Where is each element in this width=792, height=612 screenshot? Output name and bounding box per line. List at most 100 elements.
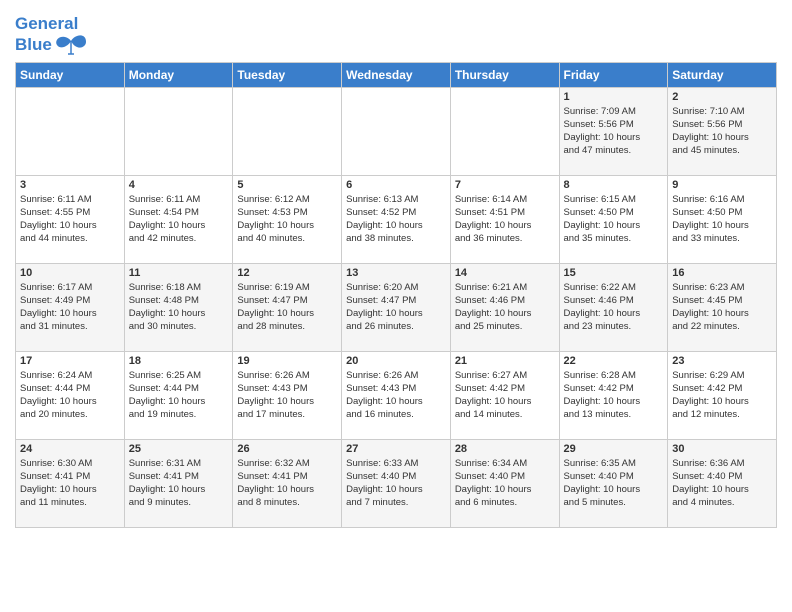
day-number: 23 bbox=[672, 355, 772, 367]
calendar-cell bbox=[16, 87, 125, 175]
day-number: 22 bbox=[564, 355, 664, 367]
calendar-cell: 24 Sunrise: 6:30 AM Sunset: 4:41 PM Dayli… bbox=[16, 439, 125, 527]
weekday-header-row: SundayMondayTuesdayWednesdayThursdayFrid… bbox=[16, 62, 777, 87]
calendar-cell: 14 Sunrise: 6:21 AM Sunset: 4:46 PM Dayli… bbox=[450, 263, 559, 351]
day-number: 11 bbox=[129, 267, 229, 279]
day-number: 10 bbox=[20, 267, 120, 279]
calendar-table: SundayMondayTuesdayWednesdayThursdayFrid… bbox=[15, 62, 777, 528]
day-number: 3 bbox=[20, 179, 120, 191]
calendar-cell: 22 Sunrise: 6:28 AM Sunset: 4:42 PM Dayli… bbox=[559, 351, 668, 439]
day-info: Sunrise: 7:09 AM Sunset: 5:56 PM Dayligh… bbox=[564, 105, 664, 158]
day-info: Sunrise: 6:14 AM Sunset: 4:51 PM Dayligh… bbox=[455, 193, 555, 246]
day-number: 29 bbox=[564, 443, 664, 455]
calendar-cell: 9 Sunrise: 6:16 AM Sunset: 4:50 PM Daylig… bbox=[668, 175, 777, 263]
day-info: Sunrise: 6:32 AM Sunset: 4:41 PM Dayligh… bbox=[237, 457, 337, 510]
day-info: Sunrise: 6:13 AM Sunset: 4:52 PM Dayligh… bbox=[346, 193, 446, 246]
day-number: 28 bbox=[455, 443, 555, 455]
day-number: 14 bbox=[455, 267, 555, 279]
calendar-cell: 4 Sunrise: 6:11 AM Sunset: 4:54 PM Daylig… bbox=[124, 175, 233, 263]
day-number: 16 bbox=[672, 267, 772, 279]
calendar-cell: 11 Sunrise: 6:18 AM Sunset: 4:48 PM Dayli… bbox=[124, 263, 233, 351]
calendar-cell: 19Sunrise: 6:26 AM Sunset: 4:43 PM Dayli… bbox=[233, 351, 342, 439]
calendar-cell bbox=[450, 87, 559, 175]
calendar-cell bbox=[342, 87, 451, 175]
day-info: Sunrise: 6:18 AM Sunset: 4:48 PM Dayligh… bbox=[129, 281, 229, 334]
calendar-cell: 10 Sunrise: 6:17 AM Sunset: 4:49 PM Dayli… bbox=[16, 263, 125, 351]
day-number: 4 bbox=[129, 179, 229, 191]
day-info: Sunrise: 6:35 AM Sunset: 4:40 PM Dayligh… bbox=[564, 457, 664, 510]
calendar-cell: 16Sunrise: 6:23 AM Sunset: 4:45 PM Dayli… bbox=[668, 263, 777, 351]
logo: General Blue bbox=[15, 14, 87, 56]
calendar-container: General Blue SundayMondayTuesdayWednesda… bbox=[0, 0, 792, 538]
calendar-cell: 26 Sunrise: 6:32 AM Sunset: 4:41 PM Dayli… bbox=[233, 439, 342, 527]
day-info: Sunrise: 6:36 AM Sunset: 4:40 PM Dayligh… bbox=[672, 457, 772, 510]
calendar-cell: 30Sunrise: 6:36 AM Sunset: 4:40 PM Dayli… bbox=[668, 439, 777, 527]
day-info: Sunrise: 6:33 AM Sunset: 4:40 PM Dayligh… bbox=[346, 457, 446, 510]
day-number: 8 bbox=[564, 179, 664, 191]
day-info: Sunrise: 7:10 AM Sunset: 5:56 PM Dayligh… bbox=[672, 105, 772, 158]
day-info: Sunrise: 6:34 AM Sunset: 4:40 PM Dayligh… bbox=[455, 457, 555, 510]
calendar-cell: 3 Sunrise: 6:11 AM Sunset: 4:55 PM Daylig… bbox=[16, 175, 125, 263]
day-info: Sunrise: 6:27 AM Sunset: 4:42 PM Dayligh… bbox=[455, 369, 555, 422]
calendar-cell: 1 Sunrise: 7:09 AM Sunset: 5:56 PM Daylig… bbox=[559, 87, 668, 175]
calendar-cell: 20 Sunrise: 6:26 AM Sunset: 4:43 PM Dayli… bbox=[342, 351, 451, 439]
day-info: Sunrise: 6:20 AM Sunset: 4:47 PM Dayligh… bbox=[346, 281, 446, 334]
calendar-cell: 27 Sunrise: 6:33 AM Sunset: 4:40 PM Dayli… bbox=[342, 439, 451, 527]
calendar-cell: 7 Sunrise: 6:14 AM Sunset: 4:51 PM Daylig… bbox=[450, 175, 559, 263]
day-info: Sunrise: 6:17 AM Sunset: 4:49 PM Dayligh… bbox=[20, 281, 120, 334]
day-number: 25 bbox=[129, 443, 229, 455]
day-number: 7 bbox=[455, 179, 555, 191]
day-number: 26 bbox=[237, 443, 337, 455]
calendar-cell: 23Sunrise: 6:29 AM Sunset: 4:42 PM Dayli… bbox=[668, 351, 777, 439]
day-info: Sunrise: 6:25 AM Sunset: 4:44 PM Dayligh… bbox=[129, 369, 229, 422]
day-number: 2 bbox=[672, 91, 772, 103]
calendar-cell: 17Sunrise: 6:24 AM Sunset: 4:44 PM Dayli… bbox=[16, 351, 125, 439]
day-info: Sunrise: 6:12 AM Sunset: 4:53 PM Dayligh… bbox=[237, 193, 337, 246]
day-number: 24 bbox=[20, 443, 120, 455]
week-row-5: 24 Sunrise: 6:30 AM Sunset: 4:41 PM Dayli… bbox=[16, 439, 777, 527]
day-number: 12 bbox=[237, 267, 337, 279]
day-info: Sunrise: 6:11 AM Sunset: 4:55 PM Dayligh… bbox=[20, 193, 120, 246]
day-info: Sunrise: 6:11 AM Sunset: 4:54 PM Dayligh… bbox=[129, 193, 229, 246]
logo-bird-icon bbox=[55, 34, 87, 56]
logo-general: General bbox=[15, 14, 78, 33]
day-info: Sunrise: 6:26 AM Sunset: 4:43 PM Dayligh… bbox=[346, 369, 446, 422]
weekday-header-wednesday: Wednesday bbox=[342, 62, 451, 87]
calendar-cell: 15Sunrise: 6:22 AM Sunset: 4:46 PM Dayli… bbox=[559, 263, 668, 351]
day-number: 20 bbox=[346, 355, 446, 367]
day-number: 6 bbox=[346, 179, 446, 191]
day-number: 13 bbox=[346, 267, 446, 279]
day-number: 9 bbox=[672, 179, 772, 191]
day-info: Sunrise: 6:21 AM Sunset: 4:46 PM Dayligh… bbox=[455, 281, 555, 334]
calendar-cell: 6 Sunrise: 6:13 AM Sunset: 4:52 PM Daylig… bbox=[342, 175, 451, 263]
header: General Blue bbox=[15, 10, 777, 56]
day-info: Sunrise: 6:16 AM Sunset: 4:50 PM Dayligh… bbox=[672, 193, 772, 246]
day-info: Sunrise: 6:15 AM Sunset: 4:50 PM Dayligh… bbox=[564, 193, 664, 246]
day-number: 17 bbox=[20, 355, 120, 367]
weekday-header-sunday: Sunday bbox=[16, 62, 125, 87]
day-info: Sunrise: 6:28 AM Sunset: 4:42 PM Dayligh… bbox=[564, 369, 664, 422]
week-row-3: 10 Sunrise: 6:17 AM Sunset: 4:49 PM Dayli… bbox=[16, 263, 777, 351]
day-number: 5 bbox=[237, 179, 337, 191]
logo-blue: Blue bbox=[15, 35, 52, 55]
day-info: Sunrise: 6:31 AM Sunset: 4:41 PM Dayligh… bbox=[129, 457, 229, 510]
calendar-cell: 29 Sunrise: 6:35 AM Sunset: 4:40 PM Dayli… bbox=[559, 439, 668, 527]
day-number: 15 bbox=[564, 267, 664, 279]
day-number: 18 bbox=[129, 355, 229, 367]
day-number: 27 bbox=[346, 443, 446, 455]
day-number: 21 bbox=[455, 355, 555, 367]
calendar-cell bbox=[233, 87, 342, 175]
weekday-header-friday: Friday bbox=[559, 62, 668, 87]
day-info: Sunrise: 6:19 AM Sunset: 4:47 PM Dayligh… bbox=[237, 281, 337, 334]
calendar-cell bbox=[124, 87, 233, 175]
calendar-cell: 21 Sunrise: 6:27 AM Sunset: 4:42 PM Dayli… bbox=[450, 351, 559, 439]
day-info: Sunrise: 6:30 AM Sunset: 4:41 PM Dayligh… bbox=[20, 457, 120, 510]
weekday-header-saturday: Saturday bbox=[668, 62, 777, 87]
week-row-2: 3 Sunrise: 6:11 AM Sunset: 4:55 PM Daylig… bbox=[16, 175, 777, 263]
calendar-cell: 13 Sunrise: 6:20 AM Sunset: 4:47 PM Dayli… bbox=[342, 263, 451, 351]
weekday-header-tuesday: Tuesday bbox=[233, 62, 342, 87]
calendar-cell: 28 Sunrise: 6:34 AM Sunset: 4:40 PM Dayli… bbox=[450, 439, 559, 527]
day-number: 19 bbox=[237, 355, 337, 367]
calendar-cell: 5 Sunrise: 6:12 AM Sunset: 4:53 PM Daylig… bbox=[233, 175, 342, 263]
day-number: 1 bbox=[564, 91, 664, 103]
